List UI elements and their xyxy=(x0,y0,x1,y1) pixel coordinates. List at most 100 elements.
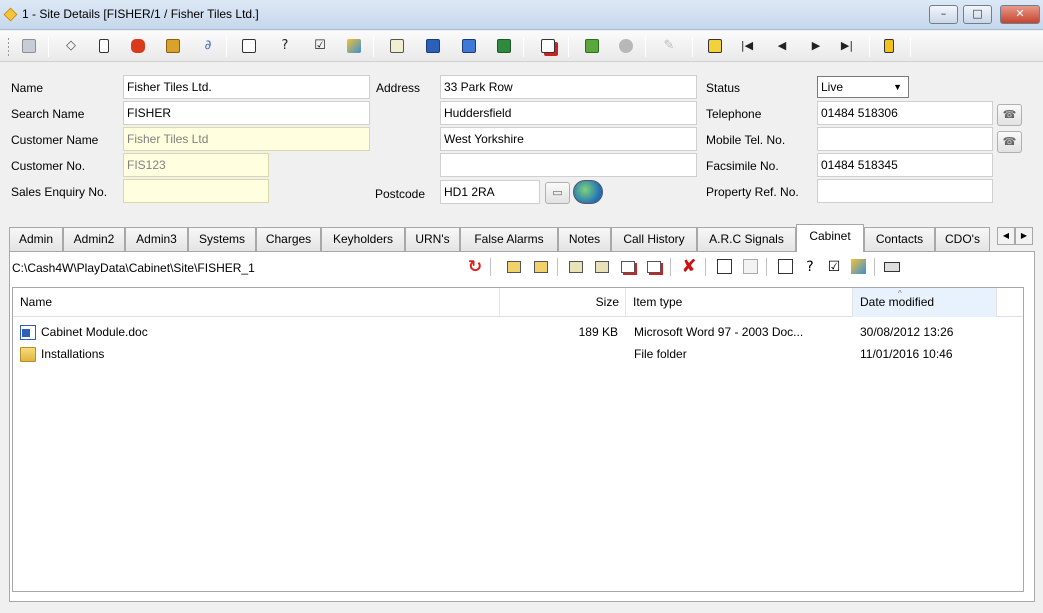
sales-enquiry-field[interactable] xyxy=(123,179,269,203)
address-line-1[interactable]: 33 Park Row xyxy=(440,75,697,99)
mobile-label: Mobile Tel. No. xyxy=(706,133,786,147)
refresh-icon[interactable]: ↻ xyxy=(465,257,485,277)
next-record-icon[interactable]: ▶ xyxy=(807,37,825,55)
list-item[interactable]: Installations File folder 11/01/2016 10:… xyxy=(13,343,1023,365)
tab-admin2[interactable]: Admin2 xyxy=(63,227,125,251)
delete-icon[interactable]: ✘ xyxy=(679,257,699,277)
column-header-name[interactable]: Name xyxy=(13,288,500,317)
paperclip-icon[interactable]: ∂ xyxy=(199,37,217,55)
toolbar-separator xyxy=(705,258,706,276)
tab-contacts[interactable]: Contacts xyxy=(864,227,935,251)
tab-cdos[interactable]: CDO's xyxy=(935,227,990,251)
properties-icon[interactable] xyxy=(714,257,734,277)
file-type: File folder xyxy=(634,347,687,361)
mobile-field[interactable] xyxy=(817,127,993,151)
exit-icon[interactable] xyxy=(880,37,898,55)
save-icon[interactable] xyxy=(20,37,38,55)
customer-name-field[interactable]: Fisher Tiles Ltd xyxy=(123,127,370,151)
print-icon[interactable] xyxy=(566,257,586,277)
fingerprint-icon[interactable] xyxy=(617,37,635,55)
properties-disabled-icon[interactable] xyxy=(740,257,760,277)
help-icon[interactable]: ? xyxy=(800,257,820,277)
up-folder-icon[interactable] xyxy=(504,257,524,277)
property-ref-field[interactable] xyxy=(817,179,993,203)
list-item[interactable]: Cabinet Module.doc 189 KB Microsoft Word… xyxy=(13,321,1023,343)
notepad-icon[interactable] xyxy=(775,257,795,277)
address-line-2[interactable]: Huddersfield xyxy=(440,101,697,125)
briefcase-icon[interactable] xyxy=(164,37,182,55)
pencil-icon[interactable] xyxy=(345,37,363,55)
toolbar-separator xyxy=(670,258,671,276)
word-icon[interactable] xyxy=(424,37,442,55)
close-button[interactable]: ✕ xyxy=(1000,5,1040,24)
tab-arc-signals[interactable]: A.R.C Signals xyxy=(697,227,796,251)
previous-record-icon[interactable]: ◀ xyxy=(773,37,791,55)
checklist-icon[interactable]: ☑ xyxy=(311,37,329,55)
status-value: Live xyxy=(821,80,844,94)
new-folder-icon[interactable] xyxy=(531,257,551,277)
tab-scroll-right-button[interactable]: ▶ xyxy=(1015,227,1033,245)
postcode-field[interactable]: HD1 2RA xyxy=(440,180,540,204)
checklist-icon[interactable]: ☑ xyxy=(824,257,844,277)
globe-map-button[interactable] xyxy=(573,180,603,204)
column-header-type[interactable]: Item type xyxy=(626,288,853,317)
column-header-size[interactable]: Size xyxy=(500,288,626,317)
maximize-button[interactable]: □ xyxy=(963,5,992,24)
copy-icon[interactable] xyxy=(95,37,113,55)
name-label: Name xyxy=(11,81,44,95)
tab-admin3[interactable]: Admin3 xyxy=(125,227,188,251)
first-record-icon[interactable]: |◀ xyxy=(736,37,758,55)
tab-strip: Admin Admin2 Admin3 Systems Charges Keyh… xyxy=(9,224,1043,252)
address-line-3[interactable]: West Yorkshire xyxy=(440,127,697,151)
export-file-icon[interactable] xyxy=(644,257,664,277)
export-icon[interactable] xyxy=(539,37,557,55)
tab-systems[interactable]: Systems xyxy=(188,227,256,251)
stack-icon[interactable] xyxy=(706,37,724,55)
tab-false-alarms[interactable]: False Alarms xyxy=(460,227,558,251)
scanner-icon[interactable] xyxy=(882,257,902,277)
print-preview-icon[interactable] xyxy=(388,37,406,55)
search-name-label: Search Name xyxy=(11,107,85,121)
last-record-icon[interactable]: ▶| xyxy=(836,37,858,55)
dial-telephone-button[interactable]: ☎ xyxy=(997,104,1022,126)
tab-keyholders[interactable]: Keyholders xyxy=(321,227,405,251)
notepad-icon[interactable] xyxy=(240,37,258,55)
customer-no-label: Customer No. xyxy=(11,159,86,173)
pencil-icon[interactable] xyxy=(848,257,868,277)
dial-mobile-button[interactable]: ☎ xyxy=(997,131,1022,153)
tab-admin[interactable]: Admin xyxy=(9,227,63,251)
word-alt-icon[interactable] xyxy=(460,37,478,55)
toolbar-grip[interactable] xyxy=(7,37,10,57)
customer-no-field[interactable]: FIS123 xyxy=(123,153,269,177)
tab-call-history[interactable]: Call History xyxy=(611,227,697,251)
search-name-field[interactable]: FISHER xyxy=(123,101,370,125)
tab-scroll-left-button[interactable]: ◀ xyxy=(997,227,1015,245)
import-icon[interactable] xyxy=(618,257,638,277)
toolbar-separator xyxy=(874,258,875,276)
column-header-modified[interactable]: Date modified ^ xyxy=(853,288,997,317)
title-bar: 1 - Site Details [FISHER/1 / Fisher Tile… xyxy=(0,0,1043,30)
fax-field[interactable]: 01484 518345 xyxy=(817,153,993,177)
excel-icon[interactable] xyxy=(495,37,513,55)
tab-urns[interactable]: URN's xyxy=(405,227,460,251)
file-modified: 30/08/2012 13:26 xyxy=(860,325,954,339)
tab-cabinet[interactable]: Cabinet xyxy=(796,224,864,252)
telephone-field[interactable]: 01484 518306 xyxy=(817,101,993,125)
minimize-button[interactable]: – xyxy=(929,5,958,24)
toolbar-separator xyxy=(568,37,569,57)
toolbar-separator xyxy=(490,258,491,276)
status-select[interactable]: Live ▼ xyxy=(817,76,909,98)
toolbar-separator xyxy=(48,37,49,57)
tab-charges[interactable]: Charges xyxy=(256,227,321,251)
name-field[interactable]: Fisher Tiles Ltd. xyxy=(123,75,370,99)
help-icon[interactable]: ? xyxy=(276,37,294,55)
find-files-icon[interactable] xyxy=(592,257,612,277)
eraser-icon[interactable]: ◇ xyxy=(62,37,80,55)
tab-notes[interactable]: Notes xyxy=(558,227,611,251)
phone-icon[interactable] xyxy=(129,37,147,55)
address-line-4[interactable] xyxy=(440,153,697,177)
disabled-edit-icon[interactable]: ✎ xyxy=(660,37,678,55)
spreadsheet-icon[interactable] xyxy=(583,37,601,55)
address-lookup-button[interactable]: ▭ xyxy=(545,182,570,204)
toolbar-separator xyxy=(373,37,374,57)
